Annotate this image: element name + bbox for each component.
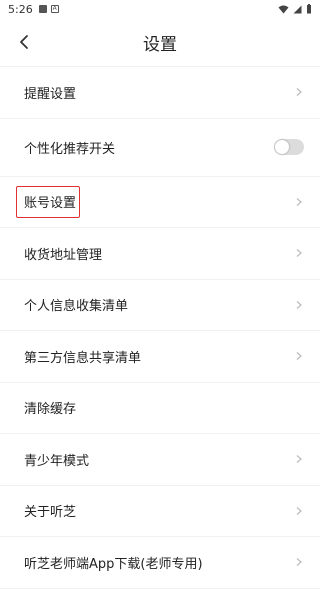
- chevron-right-icon: [296, 88, 302, 97]
- settings-item-label: 提醒设置: [24, 86, 77, 102]
- settings-item-label: 听芝老师端App下载(老师专用): [24, 556, 203, 572]
- settings-item-label: 关于听芝: [24, 505, 77, 521]
- chevron-right-icon: [296, 506, 302, 515]
- settings-item-label: 个人信息收集清单: [24, 299, 129, 315]
- settings-list: 提醒设置 个性化推荐开关 账号设置 收货地址管理 个人信息收集清单 第三方信息共…: [0, 66, 320, 589]
- chevron-right-icon: [296, 352, 302, 361]
- settings-item-youth-mode[interactable]: 青少年模式: [0, 434, 320, 486]
- signal-icon: [293, 5, 302, 13]
- status-bar: 5:26 A: [0, 0, 320, 18]
- battery-icon: [307, 4, 311, 14]
- settings-item-label: 青少年模式: [24, 453, 90, 469]
- settings-item-clear-cache[interactable]: 清除缓存: [0, 383, 320, 434]
- settings-item-label: 个性化推荐开关: [24, 141, 116, 157]
- settings-item-reminder[interactable]: 提醒设置: [0, 67, 320, 119]
- toggle-knob: [275, 140, 289, 154]
- settings-item-teacher-app-download[interactable]: 听芝老师端App下载(老师专用): [0, 537, 320, 589]
- personalized-recommendation-toggle[interactable]: [274, 139, 304, 155]
- chevron-right-icon: [296, 249, 302, 258]
- settings-item-label: 第三方信息共享清单: [24, 350, 142, 366]
- page-title: 设置: [143, 34, 177, 55]
- chevron-right-icon: [296, 300, 302, 309]
- chevron-right-icon: [296, 558, 302, 567]
- back-button[interactable]: [14, 32, 34, 52]
- settings-item-label: 收货地址管理: [24, 247, 103, 263]
- settings-item-personal-info-list[interactable]: 个人信息收集清单: [0, 280, 320, 331]
- settings-item-address[interactable]: 收货地址管理: [0, 228, 320, 280]
- header: 设置: [0, 18, 320, 66]
- settings-item-label: 清除缓存: [24, 402, 77, 418]
- settings-item-account[interactable]: 账号设置: [0, 177, 320, 228]
- settings-item-about[interactable]: 关于听芝: [0, 486, 320, 537]
- app-notification-icon: A: [50, 5, 59, 13]
- settings-item-personalized-recommendation: 个性化推荐开关: [0, 119, 320, 177]
- chevron-right-icon: [296, 197, 302, 206]
- wifi-icon: [278, 5, 289, 13]
- back-arrow-icon: [20, 35, 28, 49]
- settings-item-third-party-sharing[interactable]: 第三方信息共享清单: [0, 331, 320, 383]
- chevron-right-icon: [296, 455, 302, 464]
- status-time: 5:26: [8, 2, 33, 16]
- highlight-box: [16, 185, 80, 218]
- notification-icon: [38, 5, 47, 13]
